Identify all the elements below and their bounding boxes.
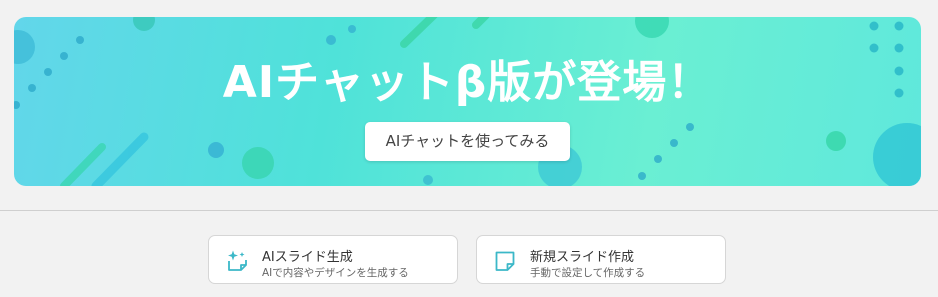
promo-banner[interactable]: AIチャットβ版が登場！ AIチャットを使ってみる bbox=[14, 17, 921, 186]
blank-slide-icon bbox=[493, 249, 517, 273]
section-divider bbox=[0, 210, 938, 211]
new-slide-create-subtitle: 手動で設定して作成する bbox=[530, 267, 646, 279]
ai-slide-generate-subtitle: AIで内容やデザインを生成する bbox=[262, 267, 409, 279]
ai-sparkle-slide-icon bbox=[225, 249, 249, 273]
try-ai-chat-button[interactable]: AIチャットを使ってみる bbox=[365, 122, 570, 161]
banner-title: AIチャットβ版が登場！ bbox=[222, 57, 713, 108]
ai-slide-generate-title: AIスライド生成 bbox=[262, 250, 353, 265]
new-slide-create-button[interactable]: 新規スライド作成 手動で設定して作成する bbox=[476, 235, 726, 284]
ai-slide-generate-button[interactable]: AIスライド生成 AIで内容やデザインを生成する bbox=[208, 235, 458, 284]
new-slide-create-title: 新規スライド作成 bbox=[530, 250, 635, 265]
